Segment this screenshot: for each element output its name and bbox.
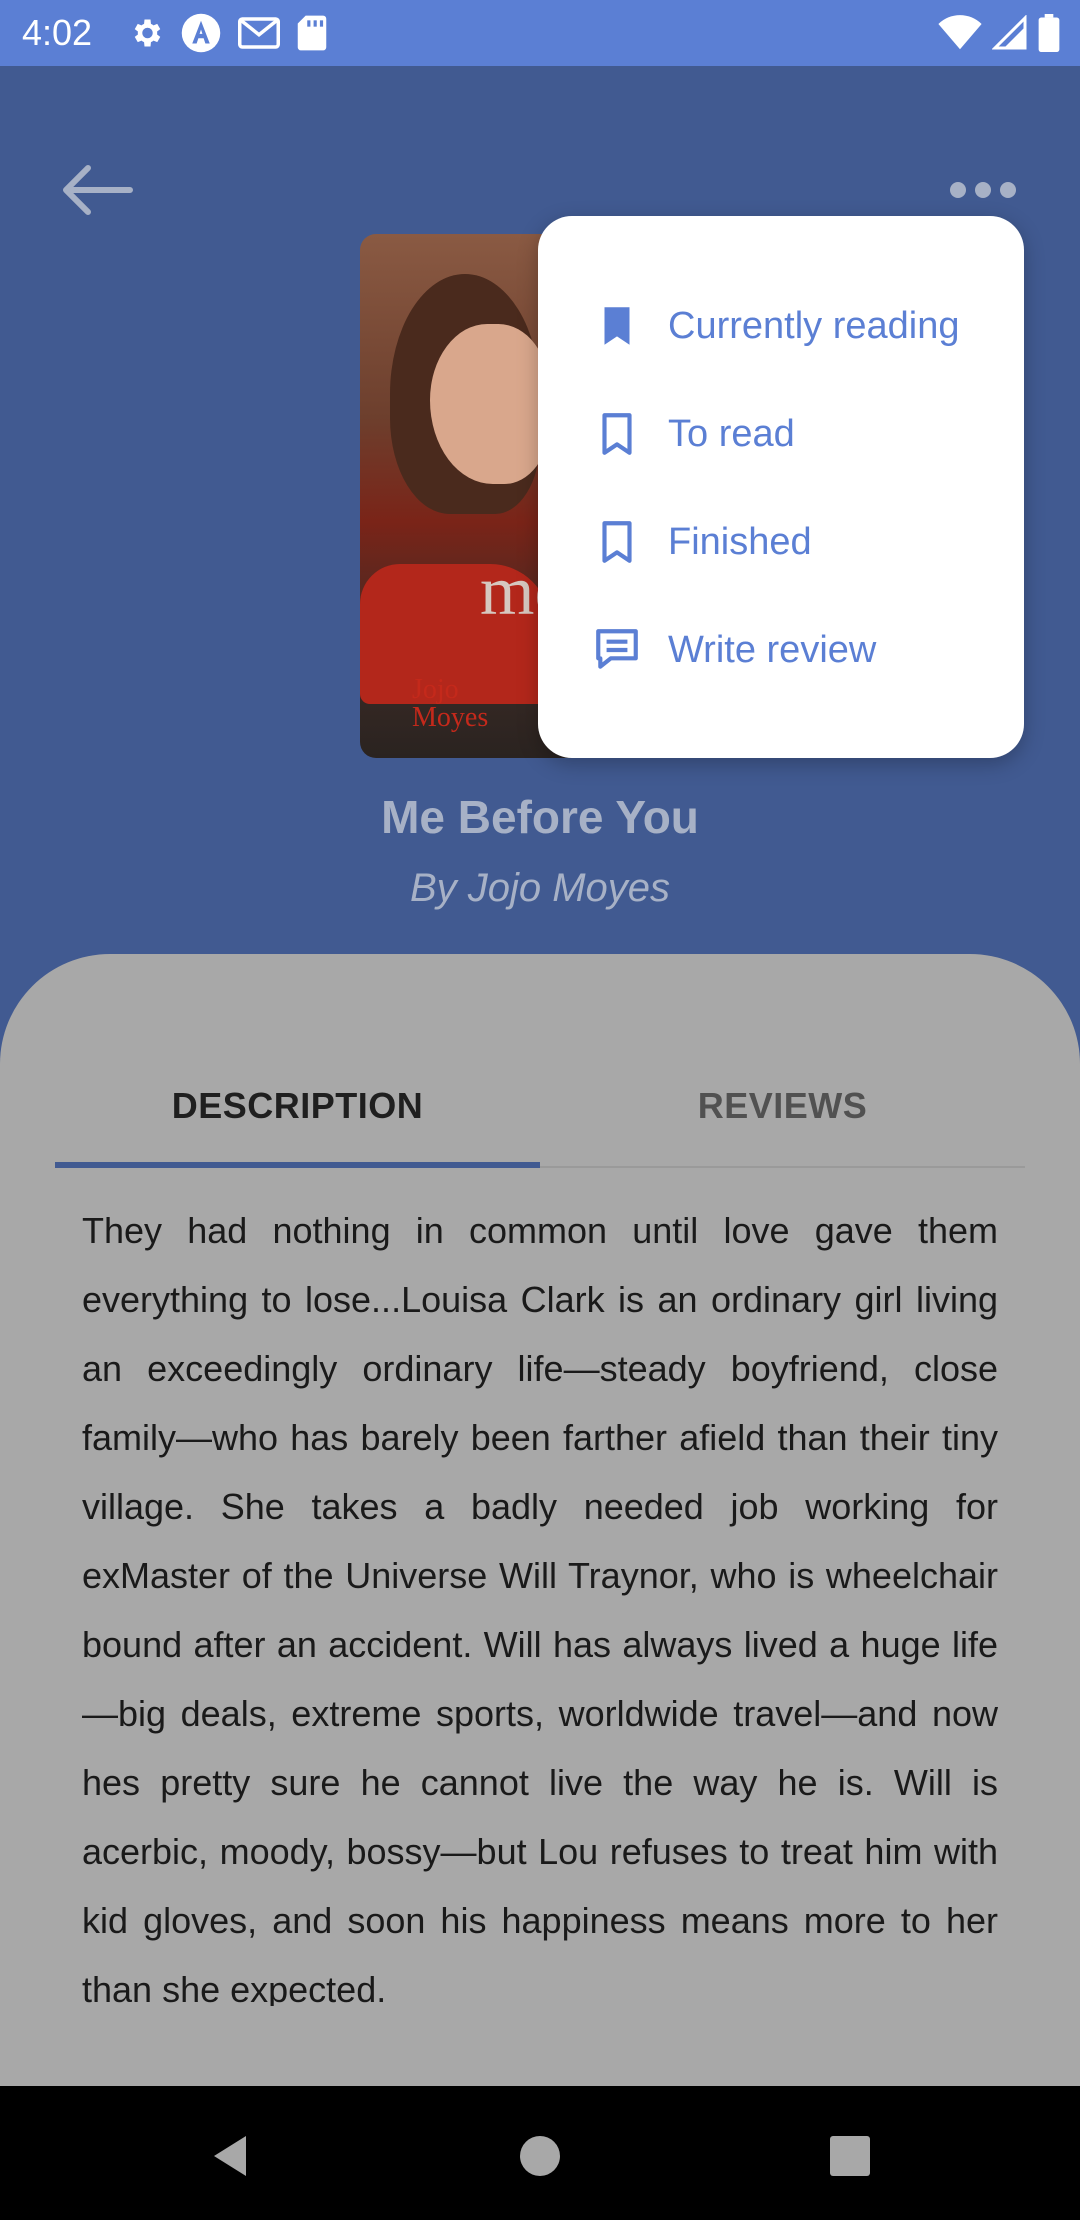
battery-icon bbox=[1038, 14, 1060, 52]
menu-item-to-read[interactable]: To read bbox=[538, 384, 1024, 484]
book-author: By Jojo Moyes bbox=[409, 866, 671, 910]
tab-reviews[interactable]: REVIEWS bbox=[540, 1046, 1025, 1166]
status-right-icons bbox=[938, 12, 1060, 54]
system-navigation-bar bbox=[0, 2086, 1080, 2220]
tab-indicator bbox=[55, 1162, 540, 1168]
menu-label-finished: Finished bbox=[668, 520, 812, 563]
menu-label-currently-reading: Currently reading bbox=[668, 304, 960, 347]
arrow-left-icon bbox=[63, 165, 133, 215]
tab-divider bbox=[540, 1166, 1025, 1168]
nav-home-icon bbox=[520, 2136, 560, 2176]
sd-card-icon bbox=[297, 15, 327, 51]
wifi-icon bbox=[938, 15, 982, 50]
status-bar: 4:02 bbox=[0, 0, 1080, 66]
more-horizontal-icon bbox=[950, 182, 1016, 198]
bookmark-outline-icon bbox=[602, 413, 632, 455]
book-description: They had nothing in common until love ga… bbox=[82, 1210, 998, 2006]
menu-label-to-read: To read bbox=[668, 412, 795, 455]
review-icon bbox=[596, 629, 638, 669]
cover-author-text: Jojo Moyes bbox=[412, 676, 488, 732]
more-options-button[interactable] bbox=[948, 170, 1018, 210]
status-time: 4:02 bbox=[22, 12, 93, 53]
back-button[interactable] bbox=[56, 160, 136, 220]
shelf-popup-menu: Currently reading To read Finished Write… bbox=[538, 216, 1024, 758]
nav-recents-icon bbox=[830, 2136, 870, 2176]
signal-icon bbox=[992, 15, 1027, 50]
bookmark-filled-icon bbox=[604, 307, 630, 345]
nav-home-button[interactable] bbox=[510, 2126, 570, 2186]
cover-author-line1: Jojo bbox=[412, 674, 459, 705]
nav-recents-button[interactable] bbox=[820, 2126, 880, 2186]
status-left-icons bbox=[128, 12, 328, 54]
cover-author-line2: Moyes bbox=[412, 702, 489, 733]
menu-label-write-review: Write review bbox=[668, 628, 877, 671]
a-circle-icon bbox=[181, 13, 221, 53]
cover-art-face bbox=[430, 324, 550, 484]
tab-description[interactable]: DESCRIPTION bbox=[55, 1046, 540, 1166]
bookmark-outline-icon bbox=[602, 521, 632, 563]
nav-back-button[interactable] bbox=[200, 2126, 260, 2186]
nav-back-icon bbox=[214, 2136, 246, 2176]
tab-bar: DESCRIPTION REVIEWS bbox=[55, 1046, 1025, 1170]
gmail-icon bbox=[238, 17, 280, 49]
settings-icon bbox=[134, 19, 161, 47]
menu-item-finished[interactable]: Finished bbox=[538, 492, 1024, 592]
menu-item-write-review[interactable]: Write review bbox=[538, 600, 1024, 700]
book-title: Me Before You bbox=[381, 791, 699, 843]
menu-item-currently-reading[interactable]: Currently reading bbox=[538, 276, 1024, 376]
